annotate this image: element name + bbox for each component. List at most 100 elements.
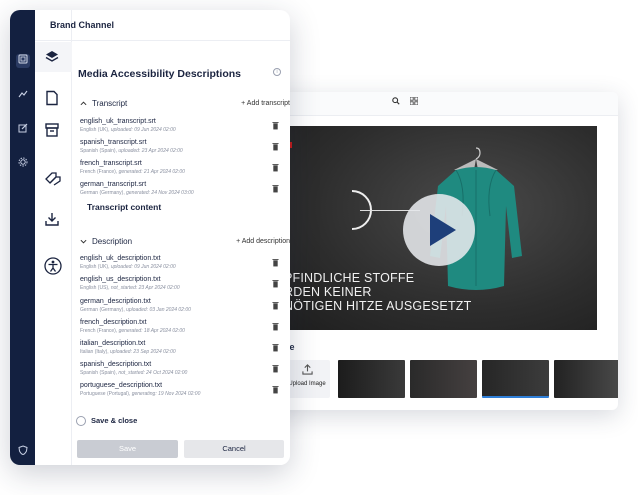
trash-icon[interactable] xyxy=(272,279,279,288)
save-close-label: Save & close xyxy=(91,416,138,425)
thumbnail[interactable] xyxy=(410,360,477,398)
file-language: Portuguese (Portugal), xyxy=(80,391,131,397)
upload-icon xyxy=(284,364,330,378)
file-language: Italian (Italy), xyxy=(80,349,109,355)
trash-icon[interactable] xyxy=(272,385,279,394)
file-status: not_started: 23 Apr 2024 02:00 xyxy=(110,285,180,291)
download-icon[interactable] xyxy=(44,211,62,229)
thumbnail-strip: Upload Image xyxy=(284,360,618,398)
cancel-button[interactable]: Cancel xyxy=(184,440,284,458)
file-name: german_transcript.srt xyxy=(80,181,147,188)
trash-icon[interactable] xyxy=(272,121,279,130)
edit-icon[interactable] xyxy=(16,123,30,137)
file-language: Spanish (Spain), xyxy=(80,148,117,154)
transcript-section-toggle[interactable]: Transcript xyxy=(80,99,127,108)
shield-icon[interactable] xyxy=(16,445,30,459)
analytics-icon[interactable] xyxy=(16,89,30,103)
upload-image-button[interactable]: Upload Image xyxy=(284,360,330,398)
file-name: spanish_transcript.srt xyxy=(80,139,147,146)
description-file-row[interactable]: english_us_description.txt English (US),… xyxy=(80,275,285,292)
file-language: English (UK), xyxy=(80,264,110,270)
description-file-row[interactable]: italian_description.txt Italian (Italy),… xyxy=(80,339,285,356)
file-language: German (Germany), xyxy=(80,190,125,196)
description-section-toggle[interactable]: Description xyxy=(80,237,132,246)
transcript-file-row[interactable]: english_uk_transcript.srt English (UK), … xyxy=(80,117,285,134)
gear-icon[interactable] xyxy=(16,157,30,171)
trash-icon[interactable] xyxy=(272,184,279,193)
info-icon[interactable]: i xyxy=(273,68,281,76)
description-file-row[interactable]: english_uk_description.txt English (UK),… xyxy=(80,254,285,271)
thumbnail[interactable] xyxy=(338,360,405,398)
accessibility-panel: Brand Channel Media Accessibility Descri… xyxy=(10,10,290,465)
tags-icon[interactable] xyxy=(44,170,62,188)
page-title: Media Accessibility Descriptions xyxy=(78,68,242,80)
play-button[interactable] xyxy=(403,194,475,266)
tool-sidebar xyxy=(35,10,72,465)
description-file-row[interactable]: french_description.txt French (France), … xyxy=(80,318,285,335)
file-status: uploaded: 09 Jun 2024 02:00 xyxy=(110,264,176,270)
search-icon[interactable] xyxy=(392,97,408,111)
file-language: English (US), xyxy=(80,285,110,291)
save-close-radio[interactable] xyxy=(76,416,86,427)
file-name: italian_description.txt xyxy=(80,340,146,347)
file-name: spanish_description.txt xyxy=(80,361,152,368)
description-file-row[interactable]: portuguese_description.txt Portuguese (P… xyxy=(80,381,285,398)
file-language: English (UK), xyxy=(80,127,110,133)
brand-channel-title: Brand Channel xyxy=(50,20,115,30)
description-heading: Description xyxy=(92,237,133,246)
save-close-option[interactable]: Save & close xyxy=(76,416,138,427)
video-toolbar xyxy=(262,92,618,116)
trash-icon[interactable] xyxy=(272,364,279,373)
archive-icon[interactable] xyxy=(44,122,62,140)
video-overlay-text: PFINDLICHE STOFFE RDEN KEINER NÖTIGEN HI… xyxy=(284,271,471,313)
file-status: generating: 19 Nov 2024 02:00 xyxy=(131,391,201,397)
transcript-file-row[interactable]: german_transcript.srt German (Germany), … xyxy=(80,180,285,197)
app-rail xyxy=(10,10,35,465)
file-language: French (France), xyxy=(80,328,118,334)
file-name: english_uk_transcript.srt xyxy=(80,118,156,125)
file-name: french_description.txt xyxy=(80,319,147,326)
description-file-row[interactable]: spanish_description.txt Spanish (Spain),… xyxy=(80,360,285,377)
thumbnail[interactable] xyxy=(554,360,618,398)
file-name: french_transcript.srt xyxy=(80,160,142,167)
add-description-button[interactable]: + Add description xyxy=(236,238,290,245)
document-icon[interactable] xyxy=(44,90,62,108)
overlay-line: NÖTIGEN HITZE AUSGESETZT xyxy=(284,299,472,313)
panel-content: Media Accessibility Descriptions i Trans… xyxy=(72,41,290,465)
chevron-down-icon xyxy=(80,239,87,246)
trash-icon[interactable] xyxy=(272,163,279,172)
file-status: generated: 18 Apr 2024 02:00 xyxy=(118,328,185,334)
trash-icon[interactable] xyxy=(272,301,279,310)
gallery-icon[interactable] xyxy=(16,54,30,68)
layers-icon[interactable] xyxy=(44,49,62,67)
file-status: not_started: 24 Oct 2024 02:00 xyxy=(118,370,188,376)
overlay-line: PFINDLICHE STOFFE xyxy=(284,271,415,285)
file-status: uploaded: 23 Sep 2024 02:00 xyxy=(110,349,176,355)
transcript-file-row[interactable]: french_transcript.srt French (France), g… xyxy=(80,159,285,176)
file-language: French (France), xyxy=(80,169,118,175)
file-status: uploaded: 09 Jun 2024 02:00 xyxy=(110,127,176,133)
file-status: uploaded: 03 Jan 2024 02:00 xyxy=(126,307,191,313)
transcript-heading: Transcript xyxy=(92,99,128,108)
file-language: German (Germany), xyxy=(80,307,125,313)
file-name: german_description.txt xyxy=(80,298,151,305)
description-file-row[interactable]: german_description.txt German (Germany),… xyxy=(80,297,285,314)
grid-icon[interactable] xyxy=(409,96,426,111)
accessibility-icon[interactable] xyxy=(44,257,62,275)
save-button[interactable]: Save xyxy=(77,440,178,458)
file-status: generated: 21 Apr 2024 02:00 xyxy=(118,169,185,175)
trash-icon[interactable] xyxy=(272,258,279,267)
trash-icon[interactable] xyxy=(272,322,279,331)
trash-icon[interactable] xyxy=(272,142,279,151)
transcript-file-row[interactable]: spanish_transcript.srt Spanish (Spain), … xyxy=(80,138,285,155)
file-name: english_uk_description.txt xyxy=(80,255,161,262)
overlay-line: RDEN KEINER xyxy=(284,285,372,299)
file-status: uploaded: 23 Apr 2024 02:00 xyxy=(118,148,183,154)
thumbnail-selected[interactable] xyxy=(482,360,549,398)
video-player[interactable]: PFINDLICHE STOFFE RDEN KEINER NÖTIGEN HI… xyxy=(284,126,597,330)
play-icon xyxy=(430,214,456,246)
trash-icon[interactable] xyxy=(272,343,279,352)
add-transcript-button[interactable]: + Add transcript xyxy=(241,100,290,107)
chevron-down-icon xyxy=(80,101,87,108)
file-name: portuguese_description.txt xyxy=(80,382,163,389)
